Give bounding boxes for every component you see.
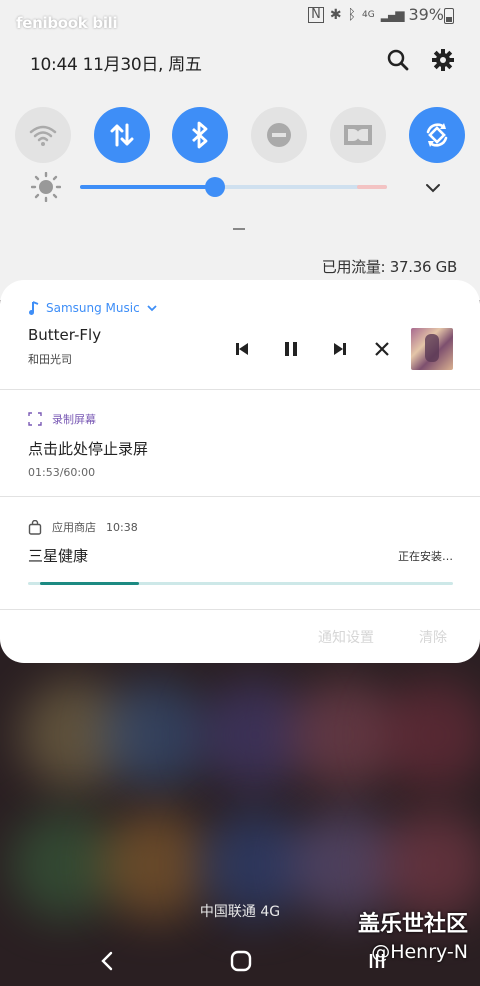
divider bbox=[0, 609, 480, 610]
next-track-button[interactable] bbox=[329, 338, 351, 360]
brand-watermark: fenibook bili bbox=[16, 14, 118, 32]
auto-rotate-toggle[interactable] bbox=[409, 107, 465, 163]
song-artist: 和田光司 bbox=[28, 353, 72, 366]
date-time: 10:44 11月30日, 周五 bbox=[30, 55, 202, 75]
divider bbox=[0, 389, 480, 390]
wifi-icon bbox=[29, 125, 57, 146]
site-watermark: 盖乐世社区 bbox=[357, 912, 468, 937]
song-title: Butter-Fly bbox=[28, 326, 102, 344]
slider-warning-zone bbox=[357, 185, 387, 189]
vibrate-icon: ✱ bbox=[329, 6, 342, 23]
install-progress-fill bbox=[40, 582, 139, 585]
search-icon[interactable] bbox=[386, 48, 410, 72]
skip-previous-icon bbox=[236, 343, 248, 355]
back-icon bbox=[101, 951, 113, 971]
wifi-toggle[interactable] bbox=[15, 107, 71, 163]
data-usage: 已用流量: 37.36 GB bbox=[321, 258, 458, 276]
pause-icon bbox=[285, 342, 297, 356]
close-player-button[interactable] bbox=[371, 338, 393, 360]
signal-icon: 4G bbox=[362, 9, 375, 20]
recents-icon bbox=[369, 954, 385, 968]
back-button[interactable] bbox=[93, 946, 123, 976]
brightness-slider[interactable] bbox=[80, 177, 387, 197]
signal-bars-icon: ▂▄▆ bbox=[380, 7, 405, 22]
expand-icon[interactable] bbox=[146, 303, 158, 313]
music-app-header[interactable]: Samsung Music bbox=[28, 300, 158, 316]
gear-icon[interactable] bbox=[431, 48, 455, 72]
do-not-disturb-icon bbox=[267, 123, 291, 147]
battery-percent: 39% bbox=[408, 5, 444, 24]
bluetooth-toggle[interactable] bbox=[172, 107, 228, 163]
pause-button[interactable] bbox=[280, 338, 302, 360]
shopping-bag-icon bbox=[28, 519, 42, 535]
handle-bar[interactable] bbox=[233, 228, 245, 230]
music-app-name: Samsung Music bbox=[46, 301, 140, 315]
app-store-name: 应用商店 bbox=[52, 521, 96, 534]
home-button[interactable] bbox=[226, 946, 256, 976]
nfc-icon: N bbox=[308, 6, 324, 23]
install-status: 正在安装… bbox=[398, 550, 453, 563]
auto-rotate-icon bbox=[426, 123, 448, 147]
bluetooth-icon bbox=[192, 121, 208, 149]
music-note-icon bbox=[29, 301, 39, 315]
recording-time: 01:53/60:00 bbox=[28, 466, 96, 479]
quick-panel: fenibook bili N ✱ ᛒ 4G ▂▄▆ 39% 10:44 11月… bbox=[0, 0, 480, 300]
stop-recording-text[interactable]: 点击此处停止录屏 bbox=[28, 438, 148, 459]
home-icon bbox=[230, 950, 252, 972]
notification-settings-button[interactable]: 通知设置 bbox=[318, 627, 374, 647]
app-store-time: 10:38 bbox=[106, 520, 138, 534]
close-icon bbox=[375, 342, 389, 356]
slider-thumb[interactable] bbox=[205, 177, 225, 197]
chevron-down-icon[interactable] bbox=[423, 178, 443, 198]
brightness-icon bbox=[30, 171, 62, 203]
status-icons: N ✱ ᛒ 4G ▂▄▆ 39% bbox=[308, 5, 444, 24]
mobile-data-toggle[interactable] bbox=[94, 107, 150, 163]
screen-record-icon bbox=[28, 412, 42, 426]
install-progress-bar bbox=[28, 582, 453, 585]
clear-notifications-button[interactable]: 清除 bbox=[419, 627, 447, 647]
dolby-icon bbox=[344, 125, 372, 145]
do-not-disturb-toggle[interactable] bbox=[251, 107, 307, 163]
dolby-toggle[interactable] bbox=[330, 107, 386, 163]
battery-icon bbox=[444, 8, 454, 24]
previous-track-button[interactable] bbox=[231, 338, 253, 360]
status-bar: fenibook bili N ✱ ᛒ 4G ▂▄▆ 39% bbox=[0, 0, 480, 32]
app-store-header[interactable]: 应用商店 10:38 bbox=[28, 519, 138, 535]
skip-next-icon bbox=[334, 343, 346, 355]
divider bbox=[0, 496, 480, 497]
bluetooth-status-icon: ᛒ bbox=[347, 6, 357, 23]
recents-button[interactable] bbox=[362, 946, 392, 976]
install-app-name: 三星健康 bbox=[28, 547, 89, 565]
screen-record-app-name: 录制屏幕 bbox=[52, 413, 96, 426]
slider-fill bbox=[80, 185, 215, 189]
screen-record-header[interactable]: 录制屏幕 bbox=[28, 411, 96, 427]
mobile-data-icon bbox=[110, 123, 134, 147]
album-art[interactable] bbox=[411, 328, 453, 370]
